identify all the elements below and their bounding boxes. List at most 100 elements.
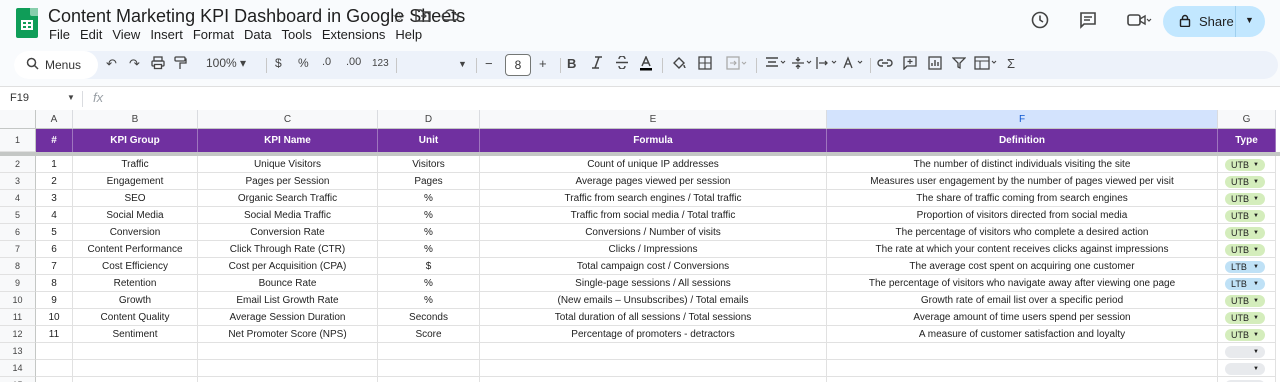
menu-tools[interactable]: Tools — [281, 27, 316, 42]
cell-unit[interactable]: % — [378, 241, 480, 258]
chevron-down-icon[interactable]: ▼ — [1253, 210, 1259, 222]
row-header[interactable]: 13 — [0, 343, 36, 360]
cell-kpi-group[interactable]: Engagement — [73, 173, 198, 190]
chevron-down-icon[interactable]: ▼ — [1253, 363, 1259, 375]
percent-format-button[interactable]: % — [298, 56, 309, 70]
row-header[interactable]: 5 — [0, 207, 36, 224]
cell-definition[interactable]: The share of traffic coming from search … — [827, 190, 1218, 207]
chevron-down-icon[interactable]: ▼ — [1253, 295, 1259, 307]
name-box[interactable]: F19 — [10, 92, 29, 104]
column-header-d[interactable]: D — [378, 110, 480, 129]
column-header-a[interactable]: A — [36, 110, 73, 129]
cell-kpi-group[interactable]: Social Media — [73, 207, 198, 224]
cell-definition[interactable]: Measures user engagement by the number o… — [827, 173, 1218, 190]
type-dropdown-chip[interactable]: UTB ▼ — [1225, 176, 1265, 188]
horizontal-align-icon[interactable] — [765, 56, 789, 73]
header-cell-number[interactable]: # — [36, 129, 73, 152]
menu-data[interactable]: Data — [244, 27, 276, 42]
cell-definition[interactable]: Growth rate of email list over a specifi… — [827, 292, 1218, 309]
insert-link-icon[interactable] — [877, 56, 893, 73]
paint-format-icon[interactable] — [173, 56, 187, 73]
cell-number[interactable] — [36, 343, 73, 360]
select-all-corner[interactable] — [0, 110, 36, 129]
cell-unit[interactable]: Score — [378, 326, 480, 343]
font-size-input[interactable]: 8 — [505, 54, 531, 76]
decrease-decimal-button[interactable]: .0 — [322, 56, 331, 68]
vertical-align-icon[interactable] — [791, 56, 815, 73]
chevron-down-icon[interactable]: ▼ — [1253, 261, 1259, 273]
strikethrough-icon[interactable] — [615, 55, 629, 72]
menus-search[interactable]: Menus — [14, 51, 98, 79]
cell-number[interactable]: 8 — [36, 275, 73, 292]
cell-formula[interactable]: Clicks / Impressions — [480, 241, 827, 258]
menu-file[interactable]: File — [49, 27, 75, 42]
header-cell-kpi-name[interactable]: KPI Name — [198, 129, 378, 152]
cell-number[interactable]: 11 — [36, 326, 73, 343]
comments-icon[interactable] — [1078, 10, 1098, 35]
chevron-down-icon[interactable]: ▼ — [1253, 227, 1259, 239]
column-header-e[interactable]: E — [480, 110, 827, 129]
row-header[interactable]: 3 — [0, 173, 36, 190]
chevron-down-icon[interactable]: ▼ — [1253, 329, 1259, 341]
row-header[interactable]: 6 — [0, 224, 36, 241]
row-header[interactable]: 10 — [0, 292, 36, 309]
row-header[interactable]: 9 — [0, 275, 36, 292]
type-dropdown-chip[interactable]: ▼ — [1225, 346, 1265, 358]
cell-definition[interactable] — [827, 343, 1218, 360]
cell-unit[interactable]: Pages — [378, 173, 480, 190]
cell-kpi-group[interactable]: Retention — [73, 275, 198, 292]
row-header-1[interactable]: 1 — [0, 129, 36, 152]
cell-kpi-name[interactable]: Organic Search Traffic — [198, 190, 378, 207]
cell-unit[interactable] — [378, 343, 480, 360]
borders-icon[interactable] — [698, 56, 712, 73]
functions-icon[interactable]: Σ — [1007, 56, 1015, 71]
menu-edit[interactable]: Edit — [80, 27, 107, 42]
cell-number[interactable]: 2 — [36, 173, 73, 190]
share-dropdown-icon[interactable]: ▼ — [1245, 15, 1254, 25]
cell-formula[interactable]: Traffic from search engines / Total traf… — [480, 190, 827, 207]
sheet-grid[interactable]: A B C D E F G 1 # KPI Group KPI Name Uni… — [0, 110, 1280, 382]
header-cell-definition[interactable]: Definition — [827, 129, 1218, 152]
cell-number[interactable]: 10 — [36, 309, 73, 326]
cell-number[interactable]: 4 — [36, 207, 73, 224]
type-dropdown-chip[interactable]: LTB ▼ — [1225, 278, 1265, 290]
cell-kpi-group[interactable]: Traffic — [73, 156, 198, 173]
cell-definition[interactable]: Average amount of time users spend per s… — [827, 309, 1218, 326]
move-folder-icon[interactable] — [415, 8, 432, 26]
cell-kpi-name[interactable]: Conversion Rate — [198, 224, 378, 241]
cell-unit[interactable] — [378, 360, 480, 377]
cell-kpi-group[interactable]: Cost Efficiency — [73, 258, 198, 275]
cell-formula[interactable]: Count of unique IP addresses — [480, 156, 827, 173]
type-dropdown-chip[interactable]: UTB ▼ — [1225, 210, 1265, 222]
cell-formula[interactable]: Total campaign cost / Conversions — [480, 258, 827, 275]
row-header[interactable]: 4 — [0, 190, 36, 207]
chevron-down-icon[interactable]: ▼ — [1253, 346, 1259, 358]
cell-definition[interactable]: The rate at which your content receives … — [827, 241, 1218, 258]
name-box-dropdown-icon[interactable]: ▼ — [67, 93, 75, 102]
cell-definition[interactable]: The number of distinct individuals visit… — [827, 156, 1218, 173]
column-header-b[interactable]: B — [73, 110, 198, 129]
row-header[interactable]: 11 — [0, 309, 36, 326]
cell-kpi-name[interactable]: Pages per Session — [198, 173, 378, 190]
cell-kpi-group[interactable]: Sentiment — [73, 326, 198, 343]
cell-kpi-name[interactable] — [198, 360, 378, 377]
cell-kpi-name[interactable]: Social Media Traffic — [198, 207, 378, 224]
header-cell-unit[interactable]: Unit — [378, 129, 480, 152]
cell-kpi-group[interactable] — [73, 377, 198, 382]
redo-icon[interactable]: ↷ — [129, 56, 140, 72]
type-dropdown-chip[interactable]: UTB ▼ — [1225, 295, 1265, 307]
cell-kpi-group[interactable] — [73, 343, 198, 360]
type-dropdown-chip[interactable]: UTB ▼ — [1225, 312, 1265, 324]
number-format-button[interactable]: 123 — [372, 58, 389, 69]
cell-kpi-group[interactable] — [73, 360, 198, 377]
chevron-down-icon[interactable]: ▼ — [1253, 244, 1259, 256]
type-dropdown-chip[interactable]: UTB ▼ — [1225, 227, 1265, 239]
cell-definition[interactable] — [827, 377, 1218, 382]
cell-unit[interactable]: % — [378, 292, 480, 309]
cell-kpi-name[interactable]: Average Session Duration — [198, 309, 378, 326]
header-cell-type[interactable]: Type — [1218, 129, 1276, 152]
cell-definition[interactable]: A measure of customer satisfaction and l… — [827, 326, 1218, 343]
cell-number[interactable]: 7 — [36, 258, 73, 275]
menu-format[interactable]: Format — [193, 27, 239, 42]
cell-definition[interactable]: The percentage of visitors who complete … — [827, 224, 1218, 241]
